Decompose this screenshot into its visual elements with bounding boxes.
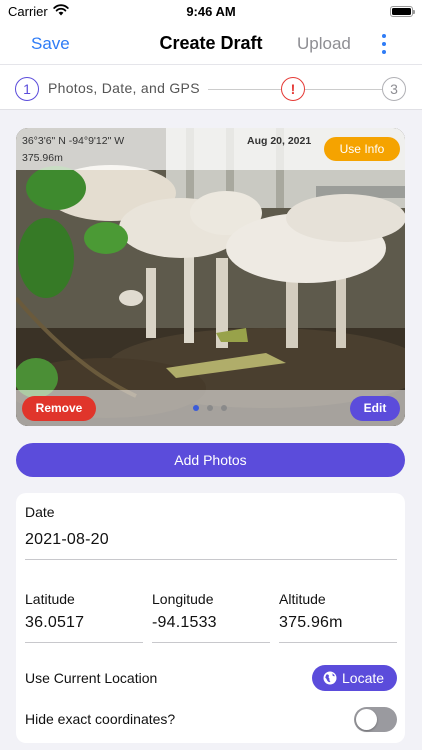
mushroom-photo xyxy=(16,128,405,426)
date-label: Date xyxy=(25,504,55,520)
longitude-label: Longitude xyxy=(152,591,214,607)
longitude-field-underline xyxy=(152,642,270,643)
globe-icon xyxy=(323,671,337,685)
date-field-underline xyxy=(25,559,397,560)
more-options-icon[interactable] xyxy=(376,32,392,56)
hide-coordinates-label: Hide exact coordinates? xyxy=(25,711,176,727)
photo-date: Aug 20, 2021 xyxy=(247,135,312,147)
page-dot[interactable] xyxy=(221,405,227,411)
add-photos-button[interactable]: Add Photos xyxy=(16,443,405,477)
metadata-form: Date 2021-08-20 Latitude 36.0517 Longitu… xyxy=(16,493,405,743)
edit-photo-button[interactable]: Edit xyxy=(350,396,400,421)
step-2-warning-circle[interactable]: ! xyxy=(281,77,305,101)
altitude-field[interactable]: 375.96m xyxy=(279,614,343,632)
photo-carousel[interactable]: 36°3'6" N -94°9'12" W 375.96m Aug 20, 20… xyxy=(16,128,405,426)
status-time: 9:46 AM xyxy=(186,4,236,19)
use-info-button[interactable]: Use Info xyxy=(324,137,400,161)
remove-photo-button[interactable]: Remove xyxy=(22,396,96,421)
hide-coordinates-toggle[interactable] xyxy=(354,707,397,732)
gps-coordinates: 36°3'6" N -94°9'12" W xyxy=(22,135,125,147)
page-title: Create Draft xyxy=(159,33,263,53)
step-indicator: 1 Photos, Date, and GPS ! 3 xyxy=(0,64,422,110)
altitude-field-underline xyxy=(279,642,397,643)
step-connector xyxy=(305,89,382,90)
locate-button-label: Locate xyxy=(342,670,385,686)
step-1-label: Photos, Date, and GPS xyxy=(48,80,200,96)
page-dot[interactable] xyxy=(193,405,199,411)
battery-icon xyxy=(390,6,415,17)
page-dot[interactable] xyxy=(207,405,213,411)
locate-button[interactable]: Locate xyxy=(312,665,397,691)
step-connector xyxy=(208,89,281,90)
step-3-circle[interactable]: 3 xyxy=(382,77,406,101)
use-current-location-label: Use Current Location xyxy=(25,670,158,686)
toggle-knob xyxy=(356,709,377,730)
navigation-bar: Save Create Draft Upload xyxy=(0,24,422,64)
latitude-field-underline xyxy=(25,642,143,643)
status-bar: Carrier 9:46 AM xyxy=(0,0,422,24)
upload-button[interactable]: Upload xyxy=(297,34,351,54)
altitude-label: Altitude xyxy=(279,591,326,607)
longitude-field[interactable]: -94.1533 xyxy=(152,614,217,632)
step-1-circle[interactable]: 1 xyxy=(15,77,39,101)
latitude-label: Latitude xyxy=(25,591,75,607)
date-field[interactable]: 2021-08-20 xyxy=(25,531,109,549)
gps-altitude: 375.96m xyxy=(22,152,63,164)
latitude-field[interactable]: 36.0517 xyxy=(25,614,84,632)
